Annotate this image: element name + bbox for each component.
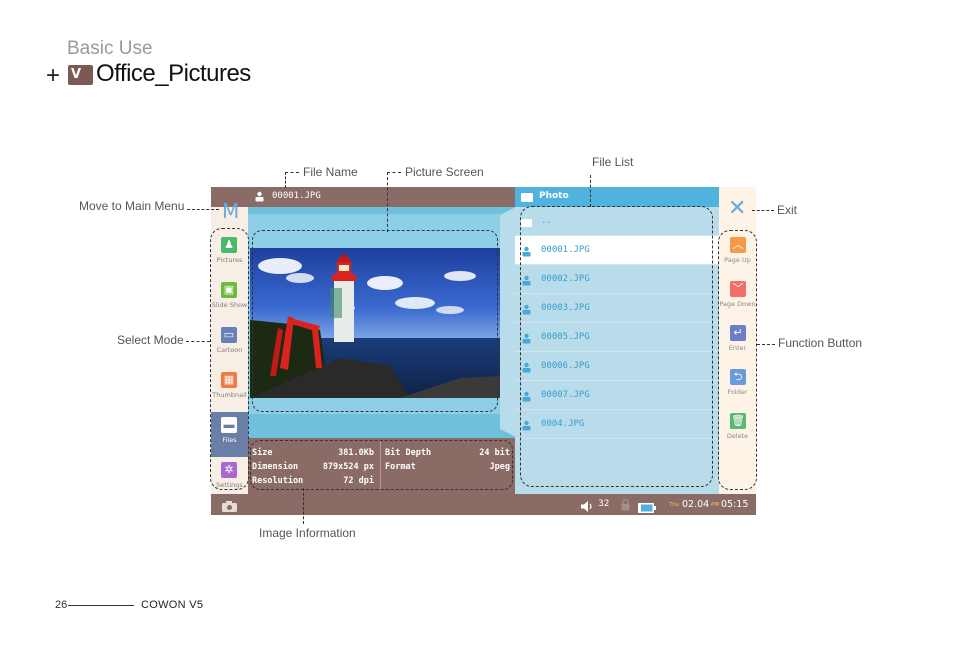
ampm-label: PM [711,502,720,508]
callout-image-information: Image Information [259,526,356,540]
function-button-outline [718,230,757,490]
leader-function-button [757,344,775,345]
battery-icon [638,500,656,518]
leader-image-info [303,488,304,524]
plus-sign: + [46,62,61,89]
date-label: 02.04 [682,499,710,510]
callout-exit: Exit [777,203,798,217]
page-title: Office_Pictures [96,60,251,87]
volume-level: 32 [598,499,610,509]
leader-main-menu [187,209,219,210]
leader-exit [752,210,774,211]
leader-picture-screen [387,172,388,232]
current-filename: 00001.JPG [272,191,321,201]
leader-select-mode [186,341,210,342]
exit-button[interactable]: ✕ [728,196,746,221]
office-logo-icon: V [68,65,93,85]
picture-screen-outline [252,230,498,412]
callout-select-mode: Select Mode [117,333,184,347]
filename-bar: 00001.JPG [248,187,515,207]
footer-brand: COWON V5 [141,599,204,611]
leader-picture-screen-h [387,172,401,173]
status-bar: 32 Thu 02.04 PM 05:15 [211,494,756,515]
leader-file-name [285,172,286,188]
callout-file-name: File Name [303,165,358,179]
volume-icon [581,499,593,517]
clock-label: 05:15 [721,499,749,510]
image-info-outline [250,440,513,490]
folder-icon [521,193,533,202]
select-mode-outline [210,228,249,490]
callout-main-menu: Move to Main Menu [79,199,185,213]
camera-icon [222,499,237,517]
section-heading: Basic Use [67,38,153,59]
folder-name: Photo [539,191,569,201]
folder-bar: Photo [515,187,719,207]
day-label: Thu [669,502,680,508]
lock-icon [621,498,630,516]
leader-file-list [590,175,591,207]
main-menu-button[interactable]: M [222,199,239,223]
callout-function-button: Function Button [778,336,863,350]
callout-file-list: File List [592,155,634,169]
file-list-outline [520,206,713,487]
footer-rule [68,605,134,606]
list-wedge [500,207,516,437]
picture-file-icon [254,191,265,202]
callout-picture-screen: Picture Screen [405,165,484,179]
leader-file-name-h [285,172,299,173]
page-number: 26 [55,599,68,611]
